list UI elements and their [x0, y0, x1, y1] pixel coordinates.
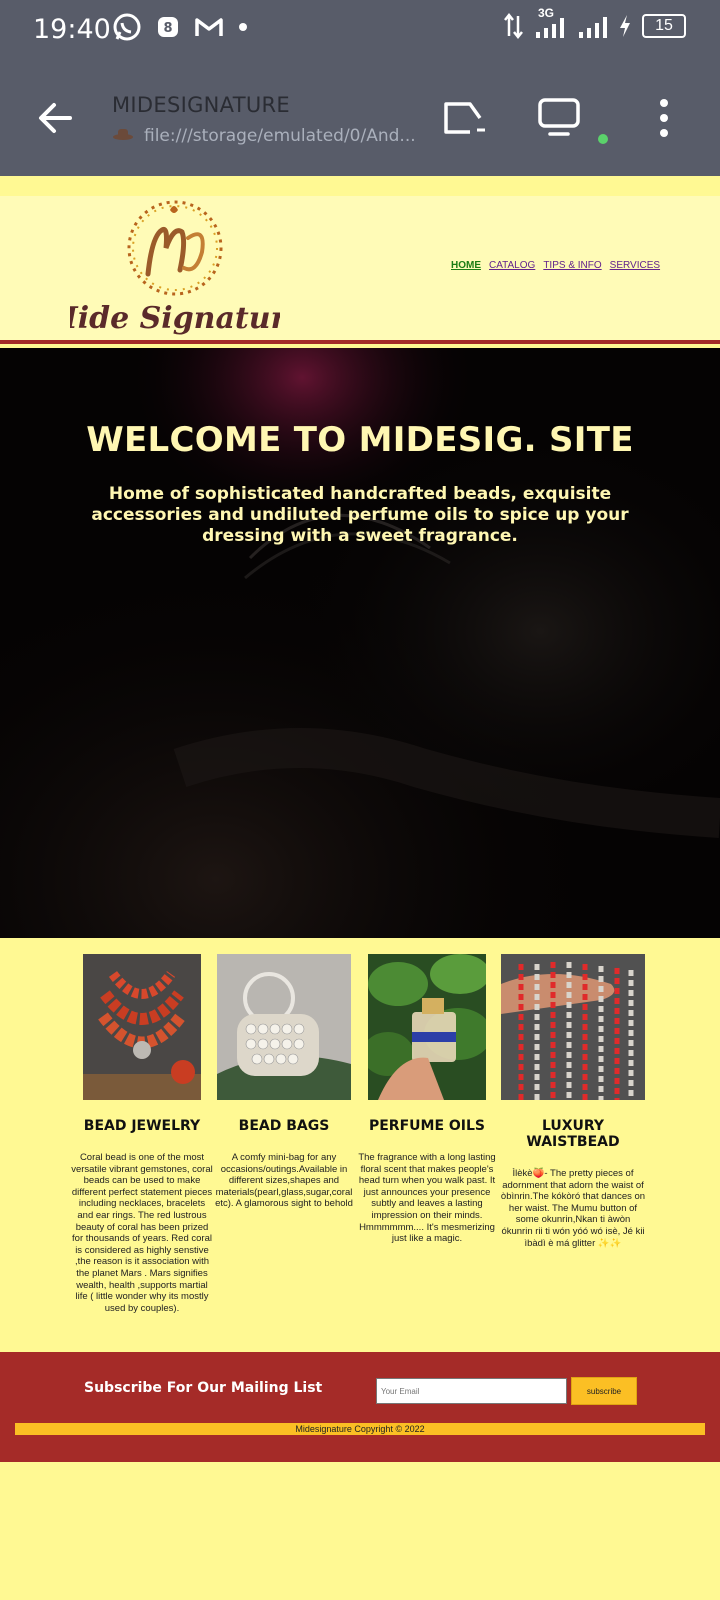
- site-footer: Subscribe For Our Mailing List subscribe…: [0, 1352, 720, 1462]
- active-indicator-dot: [598, 134, 608, 144]
- gmail-icon: [194, 15, 224, 39]
- product-section: BEAD JEWELRY Coral bead is one of the mo…: [70, 954, 650, 1324]
- copyright-bar: Midesignature Copyright © 2022: [15, 1423, 705, 1435]
- more-notifications-dot-icon: [238, 22, 248, 32]
- main-nav: HOME CATALOG TIPS & INFO SERVICES: [451, 260, 660, 271]
- logo-text: Mide Signature: [70, 301, 280, 336]
- page-title: MIDESIGNATURE: [112, 93, 290, 117]
- battery-icon: 15: [642, 14, 686, 38]
- status-time: 19:40: [33, 14, 111, 45]
- hero-subtitle: Home of sophisticated handcrafted beads,…: [91, 484, 629, 546]
- product-title: BEAD BAGS: [238, 1118, 330, 1134]
- mide-signature-logo[interactable]: Mide Signature: [44, 196, 305, 344]
- app-notification-icon: 8: [156, 15, 180, 39]
- product-description: A comfy mini-bag for any occasions/outin…: [215, 1152, 353, 1210]
- network-type-label: 3G: [538, 6, 555, 20]
- site-header: Mide Signature HOME CATALOG TIPS & INFO …: [0, 196, 720, 344]
- more-options-icon[interactable]: [640, 94, 688, 142]
- url-display[interactable]: file:///storage/emulated/0/And...: [112, 126, 416, 146]
- nav-home[interactable]: HOME: [451, 260, 481, 271]
- product-title: BEAD JEWELRY: [83, 1118, 201, 1134]
- svg-text:8: 8: [163, 21, 172, 36]
- product-description: The fragrance with a long lasting floral…: [358, 1152, 496, 1245]
- status-bar: 19:40 8 3G 15: [0, 0, 720, 66]
- whatsapp-icon: [112, 12, 142, 42]
- perfume-oils-image[interactable]: [368, 954, 486, 1100]
- luxury-waistbead-image[interactable]: [501, 954, 645, 1100]
- back-arrow-icon[interactable]: [34, 96, 78, 140]
- web-page: Mide Signature HOME CATALOG TIPS & INFO …: [0, 176, 720, 1600]
- file-site-icon: [112, 126, 134, 146]
- battery-level: 15: [655, 17, 673, 34]
- signal-icon: [578, 12, 608, 40]
- bead-bags-image[interactable]: [217, 954, 351, 1100]
- charging-icon: [618, 14, 632, 38]
- product-card-perfume-oils: PERFUME OILS The fragrance with a long l…: [354, 954, 500, 1245]
- signal-3g-icon: 3G: [534, 6, 568, 40]
- cast-screen-icon[interactable]: [536, 94, 584, 142]
- browser-toolbar: MIDESIGNATURE file:///storage/emulated/0…: [0, 66, 720, 176]
- url-text: file:///storage/emulated/0/And...: [144, 126, 416, 146]
- hero-banner: WELCOME TO MIDESIG. SITE Home of sophist…: [0, 348, 720, 938]
- subscribe-label: Subscribe For Our Mailing List: [84, 1380, 323, 1396]
- product-title: PERFUME OILS: [368, 1118, 486, 1134]
- product-card-bead-jewelry: BEAD JEWELRY Coral bead is one of the mo…: [70, 954, 214, 1314]
- product-card-luxury-waistbead: LUXURY WAISTBEAD Ìlèkè🍑- The pretty piec…: [500, 954, 646, 1249]
- hero-title: WELCOME TO MIDESIG. SITE: [86, 420, 634, 460]
- subscribe-button[interactable]: subscribe: [571, 1377, 637, 1405]
- open-in-browser-icon[interactable]: [440, 94, 488, 142]
- nav-services[interactable]: SERVICES: [610, 260, 660, 271]
- bead-jewelry-image[interactable]: [83, 954, 201, 1100]
- nav-catalog[interactable]: CATALOG: [489, 260, 535, 271]
- nav-tips-info[interactable]: TIPS & INFO: [543, 260, 601, 271]
- data-transfer-icon: [504, 12, 524, 40]
- product-description: Coral bead is one of the most versatile …: [71, 1152, 213, 1314]
- email-input[interactable]: [376, 1378, 567, 1404]
- product-description: Ìlèkè🍑- The pretty pieces of adornment t…: [500, 1168, 646, 1249]
- product-card-bead-bags: BEAD BAGS A comfy mini-bag for any occas…: [214, 954, 354, 1210]
- product-title: LUXURY WAISTBEAD: [526, 1118, 620, 1150]
